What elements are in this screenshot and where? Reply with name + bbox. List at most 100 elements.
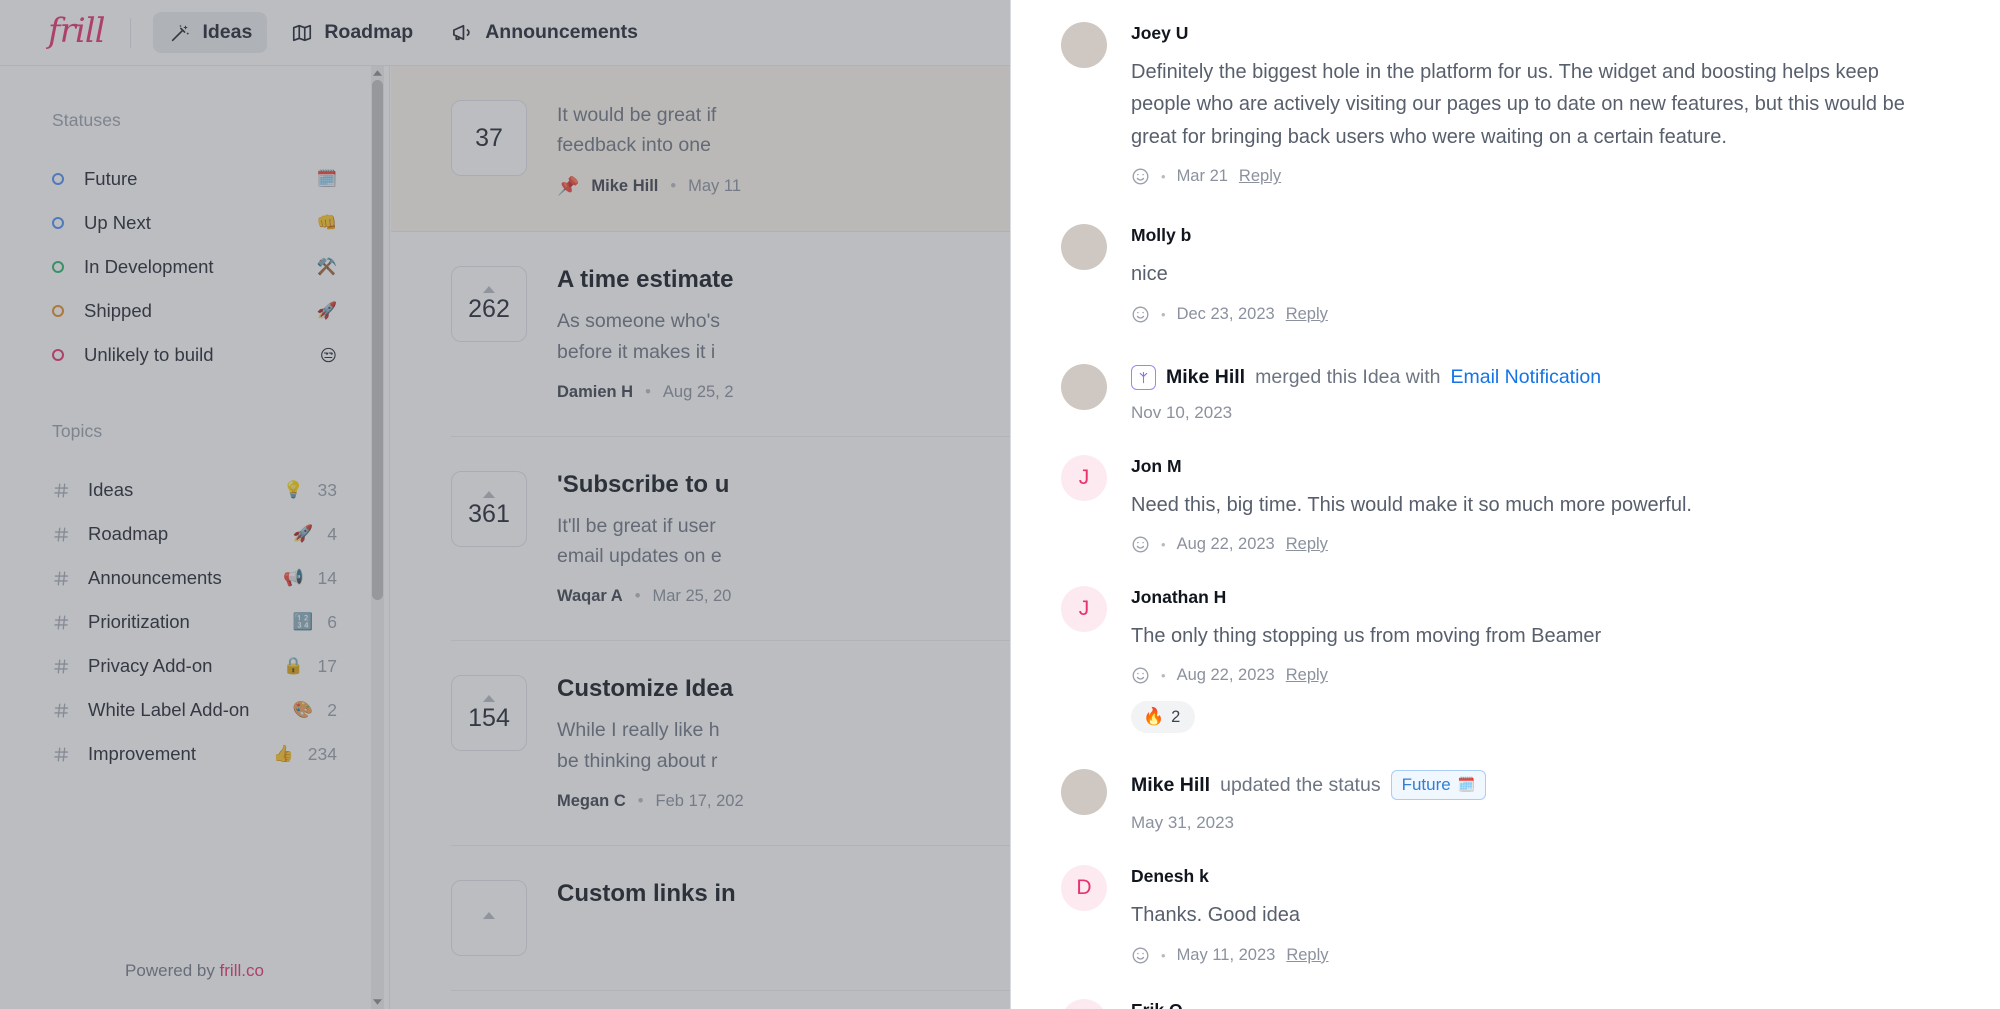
frill-logo[interactable]: frill [48,14,105,52]
comment-date: Aug 22, 2023 [1176,666,1275,685]
status-emoji-icon: 🗓️ [316,169,337,188]
sidebar-scrollbar[interactable] [371,66,384,1009]
comment-item: E Erik O [1061,998,1940,1009]
vote-button[interactable]: 361 [451,470,527,547]
add-reaction-icon[interactable] [1131,167,1150,186]
sidebar-item-topic-white-label-add-on[interactable]: White Label Add-on 🎨 2 [52,688,337,732]
scroll-down-arrow-icon[interactable] [371,995,384,1009]
comment-body: Erik O [1131,999,1940,1009]
sidebar-item-count: 14 [317,567,337,588]
avatar[interactable]: D [1061,865,1107,912]
status-dot-icon [52,305,64,317]
avatar[interactable] [1061,769,1107,816]
powered-by-link[interactable]: frill.co [220,961,264,980]
topic-emoji-icon: 🔢 [292,612,314,631]
status-badge[interactable]: Future 🗓️ [1390,770,1487,801]
scroll-up-arrow-icon[interactable] [371,66,384,80]
status-dot-icon [52,173,64,185]
sidebar-item-label: Shipped [84,300,152,321]
idea-author: Megan C [557,791,626,810]
hash-icon [52,702,71,719]
reply-link[interactable]: Reply [1286,535,1328,554]
comment-footer: • May 11, 2023 Reply [1131,946,1940,965]
add-reaction-icon[interactable] [1131,535,1150,554]
meta-separator: • [634,587,641,606]
sidebar-item-topic-improvement[interactable]: Improvement 👍 234 [52,732,337,776]
comment-item: Joey U Definitely the biggest hole in th… [1061,22,1940,192]
status-dot-icon [52,349,64,361]
sidebar-item-future[interactable]: Future 🗓️ [52,157,337,201]
comment-date: Aug 22, 2023 [1176,534,1275,553]
avatar[interactable] [1061,363,1107,410]
vote-button[interactable]: 154 [451,675,527,752]
nav-tab-roadmap[interactable]: Roadmap [275,12,428,53]
avatar[interactable]: E [1061,998,1107,1009]
comment-author: Jon M [1131,455,1182,476]
sidebar-item-topic-ideas[interactable]: Ideas 💡 33 [52,468,337,512]
add-reaction-icon[interactable] [1131,305,1150,324]
comment-author: Jonathan H [1131,586,1227,607]
add-reaction-icon[interactable] [1131,666,1150,685]
add-reaction-icon[interactable] [1131,946,1150,965]
nav-tab-announcements[interactable]: Announcements [436,12,653,53]
merged-idea-link[interactable]: Email Notification [1450,366,1601,389]
reply-link[interactable]: Reply [1286,666,1328,685]
sidebar-item-count: 17 [317,655,337,676]
nav-tab-ideas[interactable]: Ideas [153,12,268,53]
footer-separator: • [1161,668,1166,684]
nav-tab-announcements-label: Announcements [485,21,638,43]
sidebar-item-unlikely-to-build[interactable]: Unlikely to build 😒 [52,333,337,377]
activity-item-status: Mike Hill updated the status Future 🗓️ M… [1061,769,1940,839]
status-emoji-icon: 😒 [319,345,337,365]
idea-detail-panel: Joey U Definitely the biggest hole in th… [1010,0,2000,1009]
status-badge-label: Future [1401,775,1451,795]
reply-link[interactable]: Reply [1286,946,1328,965]
topic-emoji-icon: 🔒 [282,656,304,675]
comment-text: The only thing stopping us from moving f… [1131,624,1602,647]
sidebar-item-in-development[interactable]: In Development ⚒️ [52,245,337,289]
sidebar-item-count: 2 [327,699,337,720]
status-badge-emoji-icon: 🗓️ [1457,777,1476,794]
sidebar-scrollbar-thumb[interactable] [372,80,383,600]
activity-date: May 31, 2023 [1131,813,1235,833]
activity-actor: Mike Hill [1166,365,1246,388]
avatar[interactable] [1061,22,1107,68]
avatar[interactable]: J [1061,585,1107,632]
sidebar-item-count: 4 [327,523,337,544]
comment-body: Joey U Definitely the biggest hole in th… [1131,22,1940,186]
sidebar-item-up-next[interactable]: Up Next 👊 [52,201,337,245]
sidebar: Statuses Future 🗓️ Up Next 👊 In Developm… [0,66,390,1009]
comment-item: D Denesh k Thanks. Good idea • May 11, 2… [1061,865,1940,970]
upvote-caret-icon [483,912,495,920]
sidebar-item-label: Up Next [84,212,151,233]
sidebar-item-label: White Label Add-on [88,699,250,720]
reply-link[interactable]: Reply [1239,167,1281,186]
vote-button[interactable] [451,879,527,956]
sidebar-item-topic-prioritization[interactable]: Prioritization 🔢 6 [52,600,337,644]
reaction-badge[interactable]: 🔥 2 [1131,701,1196,734]
idea-author: Mike Hill [591,177,659,196]
sidebar-item-label: Unlikely to build [84,344,214,365]
vote-count: 154 [468,704,510,733]
sidebar-item-topic-privacy-add-on[interactable]: Privacy Add-on 🔒 17 [52,644,337,688]
avatar[interactable] [1061,224,1107,271]
hash-icon [52,746,71,763]
hash-icon [52,658,71,675]
idea-date: Feb 17, 202 [655,791,744,810]
nav-tab-ideas-label: Ideas [202,21,253,43]
sidebar-item-shipped[interactable]: Shipped 🚀 [52,289,337,333]
powered-by: Powered by frill.co [0,961,389,981]
reaction-count: 2 [1171,707,1181,726]
sidebar-item-topic-roadmap[interactable]: Roadmap 🚀 4 [52,512,337,556]
vote-button[interactable]: 37 [451,100,527,176]
sidebar-item-topic-announcements[interactable]: Announcements 📢 14 [52,556,337,600]
reply-link[interactable]: Reply [1286,305,1328,324]
status-emoji-icon: 👊 [316,213,337,232]
avatar[interactable]: J [1061,454,1107,501]
activity-action: merged this Idea with [1255,365,1441,388]
comment-footer: • Mar 21 Reply [1131,167,1940,186]
vote-button[interactable]: 262 [451,266,527,343]
comment-text: Thanks. Good idea [1131,904,1300,927]
upvote-caret-icon [483,490,495,498]
vote-count: 361 [468,499,510,528]
